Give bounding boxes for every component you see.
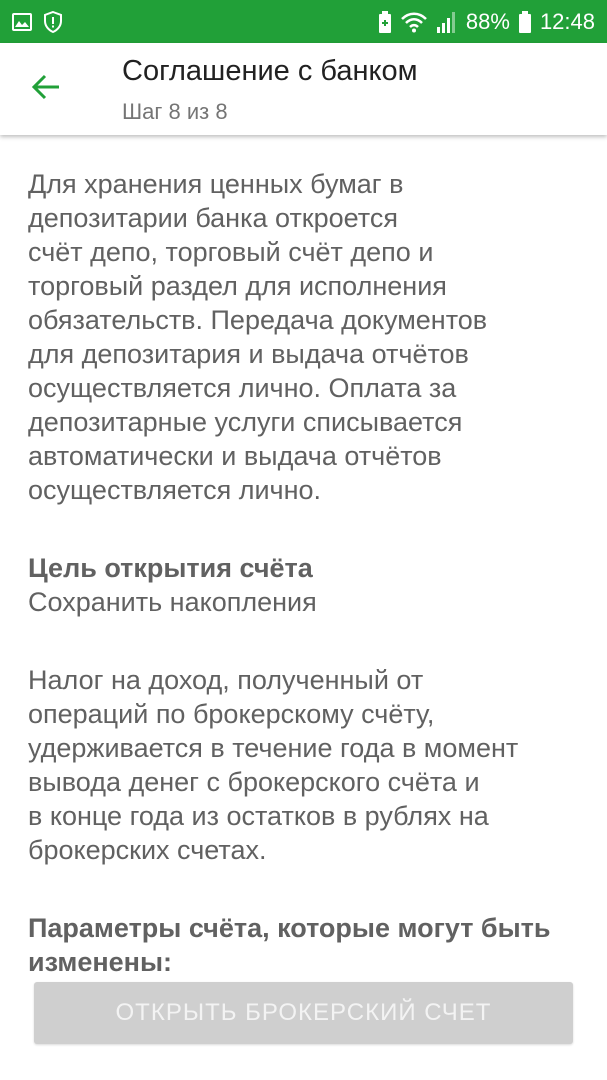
clock: 12:48 — [539, 8, 595, 34]
depository-text: Для хранения ценных бумаг в депозитарии … — [28, 169, 488, 505]
page-title: Соглашение с банком — [122, 55, 418, 87]
wifi-icon — [400, 11, 428, 33]
purpose-heading: Цель открытия счёта — [28, 553, 313, 583]
battery-percent: 88% — [465, 8, 510, 34]
signal-icon — [436, 11, 458, 33]
tax-text: Налог на доход, полученный от операций п… — [28, 665, 519, 865]
app-bar: Соглашение с банком Шаг 8 из 8 — [0, 43, 607, 135]
status-left-icons — [12, 10, 62, 33]
params-heading: Параметры счёта, которые могут быть изме… — [28, 913, 551, 977]
shield-icon — [44, 10, 62, 33]
battery-icon — [518, 10, 532, 33]
status-bar: 88% 12:48 — [0, 0, 607, 43]
image-icon — [12, 12, 32, 31]
open-brokerage-account-button[interactable]: ОТКРЫТЬ БРОКЕРСКИЙ СЧЕТ — [34, 982, 573, 1044]
back-button[interactable] — [22, 65, 70, 113]
status-right-icons: 88% 12:48 — [378, 9, 595, 35]
battery-saver-icon — [378, 10, 392, 33]
arrow-left-icon — [31, 74, 61, 104]
step-indicator: Шаг 8 из 8 — [122, 99, 228, 124]
agreement-content: Для хранения ценных бумаг в депозитарии … — [0, 135, 607, 979]
purpose-value: Сохранить накопления — [28, 587, 317, 617]
